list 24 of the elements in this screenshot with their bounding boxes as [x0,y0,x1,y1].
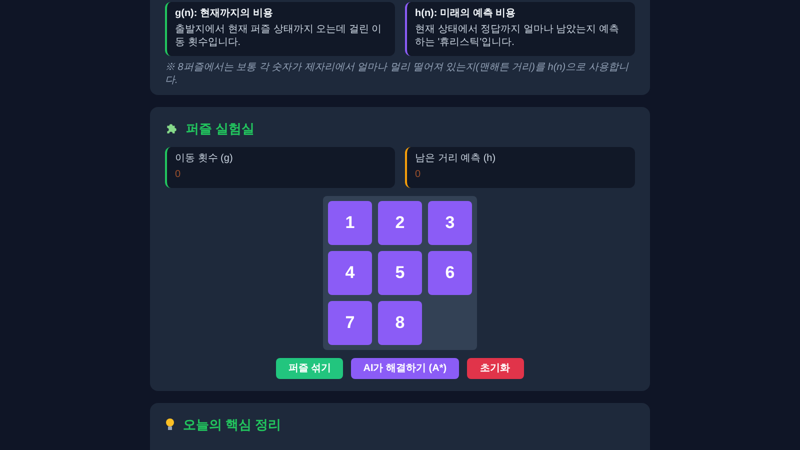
note-text: ※ 8퍼즐에서는 보통 각 숫자가 제자리에서 얼마나 멀리 떨어져 있는지(맨해튼 거리)를 h(n)으로 사용합니다. [165,62,630,87]
section-title: 오늘의 핵심 정리 [183,416,282,434]
stat-value: 0 [415,169,422,182]
puzzle-tile[interactable]: 4 [328,250,372,294]
puzzle-piece-icon [165,122,178,136]
light-bulb-icon [165,418,175,431]
puzzle-tile[interactable]: 3 [428,200,472,244]
action-button[interactable]: 퍼즐 섞기 [276,358,344,378]
puzzle-tile[interactable]: 1 [328,200,372,244]
stat-label: 남은 거리 예측 (h) [415,152,497,165]
puzzle-tile[interactable]: 6 [428,250,472,294]
concept-title: g(n): 현재까지의 비용 [175,8,274,20]
action-button[interactable]: AI가 해결하기 (A*) [351,358,459,378]
concept-title: h(n): 미래의 예측 비용 [415,8,517,20]
puzzle-tile[interactable]: 5 [378,250,422,294]
concept-text: 현재 상태에서 정답까지 얼마나 남았는지 예측하는 '휴리스틱'입니다. [415,22,620,50]
puzzle-tile[interactable]: 2 [378,200,422,244]
action-button[interactable]: 초기화 [466,358,524,378]
section-title: 퍼즐 실험실 [186,120,255,138]
stat-label: 이동 횟수 (g) [175,152,234,165]
puzzle-tile[interactable]: 8 [378,300,422,344]
puzzle-tile[interactable]: 7 [328,300,372,344]
stat-value: 0 [175,169,182,182]
concept-text: 출발지에서 현재 퍼즐 상태까지 오는데 걸린 이동 횟수입니다. [175,22,383,50]
